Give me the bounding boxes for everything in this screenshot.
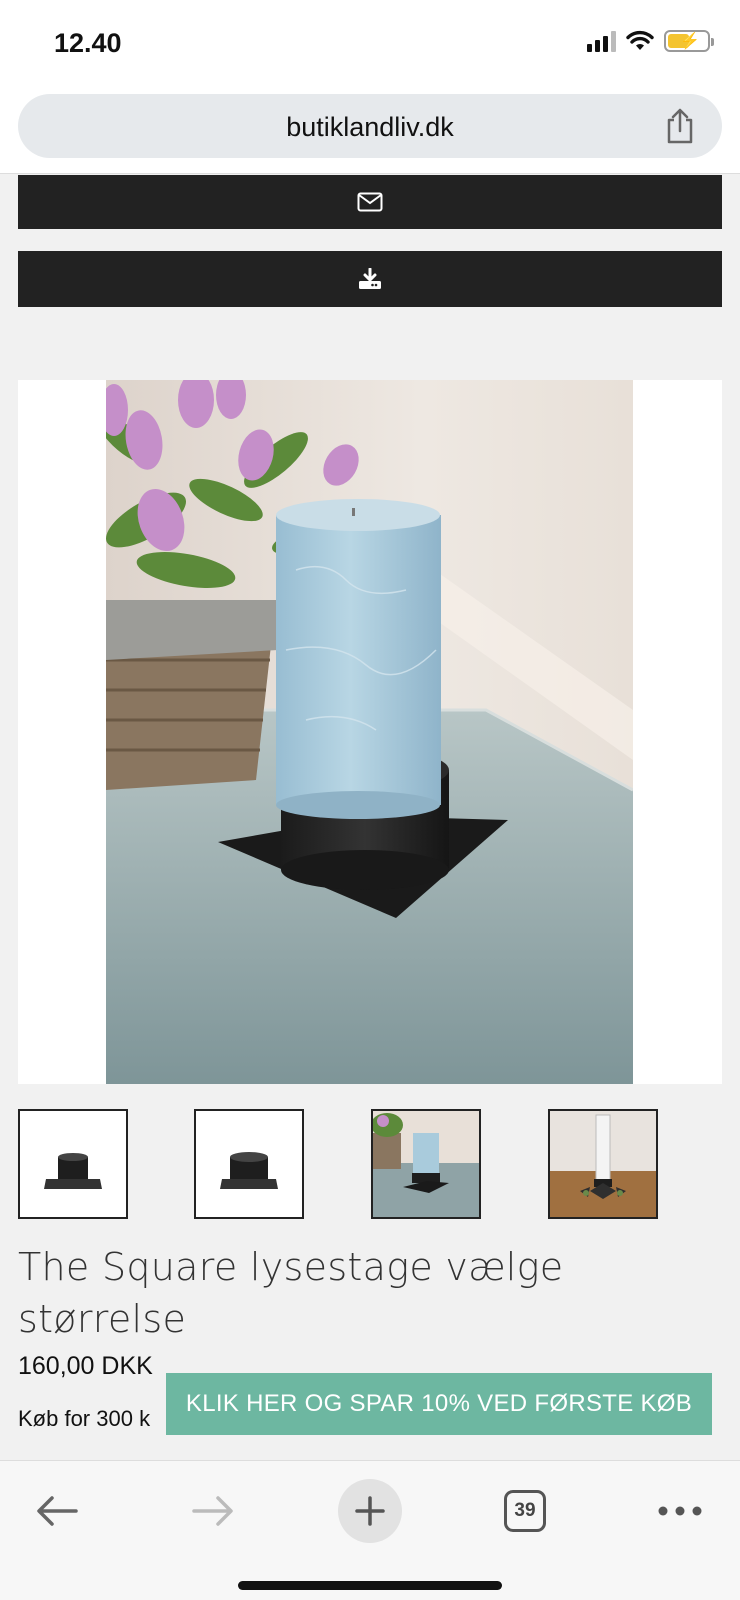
share-icon[interactable] — [664, 108, 696, 144]
arrow-right-icon — [192, 1496, 233, 1526]
status-time: 12.40 — [54, 28, 122, 58]
product-title: The Square lysestage vælge størrelse — [18, 1245, 564, 1341]
thumbnail-3[interactable] — [371, 1109, 481, 1219]
main-product-image[interactable] — [18, 380, 722, 1084]
browser-toolbar: 39 — [0, 1460, 740, 1600]
battery-icon: ⚡ — [664, 30, 714, 52]
status-icons: ⚡ — [587, 30, 714, 52]
thumbnail-4[interactable] — [548, 1109, 658, 1219]
thumbnail-1[interactable] — [18, 1109, 128, 1219]
url-text: butiklandliv.dk — [286, 112, 454, 142]
shipping-info: Køb for 300 k — [18, 1406, 151, 1431]
more-menu-button[interactable] — [645, 1473, 715, 1549]
plus-icon — [338, 1479, 402, 1543]
thumbnail-strip — [18, 1109, 722, 1219]
browser-header: butiklandliv.dk — [0, 88, 740, 174]
tab-count: 39 — [504, 1490, 546, 1532]
new-tab-button[interactable] — [335, 1473, 405, 1549]
address-bar[interactable]: butiklandliv.dk — [18, 94, 722, 158]
download-icon — [359, 268, 381, 289]
product-photo — [106, 380, 633, 1084]
forward-button[interactable] — [178, 1473, 248, 1549]
tabs-button[interactable]: 39 — [490, 1473, 560, 1549]
status-bar: 12.40 ⚡ — [0, 0, 740, 88]
page-content: The Square lysestage vælge størrelse 160… — [0, 175, 740, 1460]
discount-promo-button[interactable]: KLIK HER OG SPAR 10% VED FØRSTE KØB — [166, 1373, 712, 1435]
more-dots-icon — [658, 1506, 702, 1516]
thumbnail-2[interactable] — [194, 1109, 304, 1219]
envelope-icon — [357, 192, 383, 212]
product-price: 160,00 DKK — [18, 1352, 153, 1380]
back-button[interactable] — [22, 1473, 92, 1549]
email-share-button[interactable] — [18, 175, 722, 229]
wifi-icon — [626, 30, 654, 50]
home-indicator — [238, 1581, 502, 1590]
arrow-left-icon — [37, 1496, 78, 1526]
cellular-signal-icon — [587, 30, 616, 52]
download-button[interactable] — [18, 251, 722, 307]
